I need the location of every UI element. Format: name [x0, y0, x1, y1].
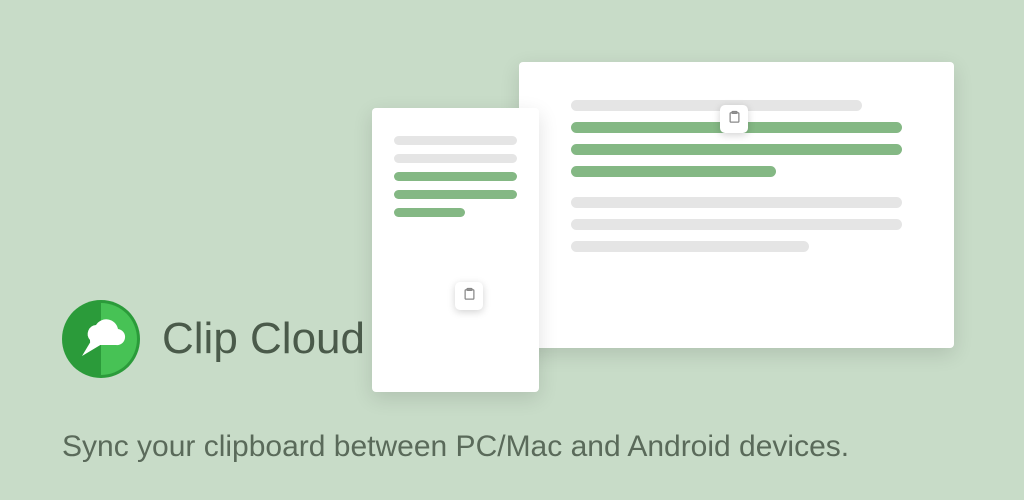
text-line	[571, 197, 902, 208]
text-line	[571, 219, 902, 230]
highlighted-line	[394, 190, 517, 199]
text-line	[394, 154, 517, 163]
cloud-logo-icon	[62, 300, 140, 378]
paste-badge	[720, 105, 748, 133]
tagline: Sync your clipboard between PC/Mac and A…	[62, 430, 849, 464]
text-line	[394, 136, 517, 145]
text-line	[571, 100, 862, 111]
app-name: Clip Cloud	[162, 314, 365, 364]
highlighted-line	[394, 208, 465, 217]
highlighted-line	[571, 144, 902, 155]
paste-badge	[455, 282, 483, 310]
highlighted-line	[571, 166, 776, 177]
text-line	[571, 241, 809, 252]
paste-icon	[727, 109, 742, 129]
phone-illustration	[372, 108, 539, 392]
logo-section: Clip Cloud	[62, 300, 365, 378]
text-block	[571, 197, 902, 252]
text-block	[394, 136, 517, 217]
paste-icon	[462, 286, 477, 306]
highlighted-line	[394, 172, 517, 181]
